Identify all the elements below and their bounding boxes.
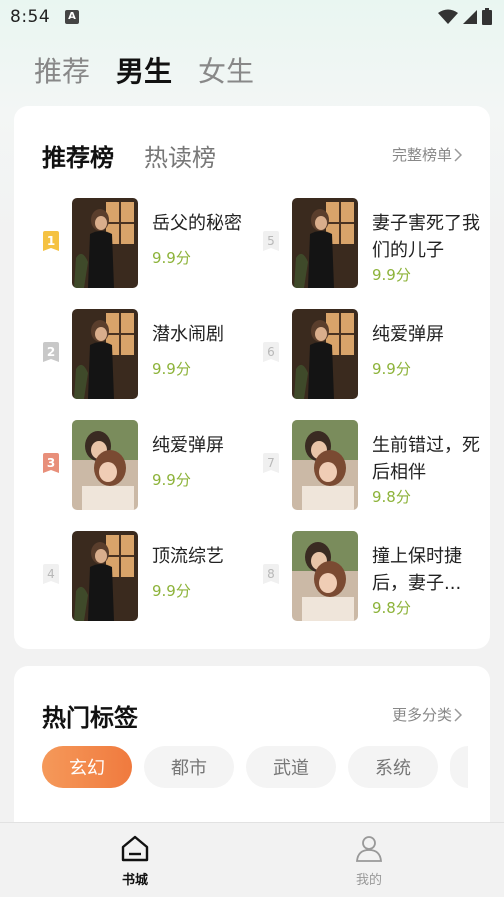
wifi-icon — [438, 9, 458, 24]
book-title: 潜水闹剧 — [152, 324, 224, 345]
rank-number: 8 — [267, 567, 275, 581]
nav-me-label: 我的 — [355, 873, 382, 888]
hot-tags-title: 热门标签 — [42, 704, 138, 732]
rank-list-item[interactable]: 6 纯爱弹屏 9.9分 — [262, 309, 482, 399]
book-score: 9.8分 — [372, 599, 411, 617]
book-cover[interactable] — [72, 531, 138, 621]
rank-list-item[interactable]: 7 生前错过，死后相伴 9.8分 — [262, 420, 482, 510]
rank-list-item[interactable]: 8 撞上保时捷后，妻子... 9.8分 — [262, 531, 482, 621]
more-categories-link[interactable]: 更多分类 — [392, 704, 462, 725]
book-cover[interactable] — [292, 420, 358, 510]
chevron-right-icon — [454, 147, 462, 162]
full-ranking-label: 完整榜单 — [391, 146, 452, 164]
nav-bookstore-label: 书城 — [121, 873, 148, 888]
book-score: 9.9分 — [152, 360, 191, 378]
rank-number: 4 — [47, 567, 55, 581]
book-cover[interactable] — [292, 531, 358, 621]
book-title: 顶流综艺 — [152, 546, 224, 567]
book-cover-image — [292, 531, 358, 621]
tag-pill[interactable]: 玄幻 — [42, 746, 132, 788]
status-bar: 8:54 A — [0, 0, 504, 34]
book-cover[interactable] — [72, 198, 138, 288]
chevron-right-icon — [454, 707, 462, 722]
book-score: 9.9分 — [152, 582, 191, 600]
tag-pill[interactable]: 系统 — [348, 746, 438, 788]
nav-bookstore[interactable]: 书城 — [100, 833, 170, 888]
status-time: 8:54 — [10, 7, 51, 27]
book-cover-image — [292, 198, 358, 288]
signal-icon — [463, 9, 477, 24]
book-title: 纯爱弹屏 — [372, 324, 444, 345]
tab-male[interactable]: 男生 — [116, 50, 172, 90]
more-categories-label: 更多分类 — [391, 706, 452, 724]
tab-recommend[interactable]: 推荐 — [34, 50, 90, 90]
book-score: 9.9分 — [372, 266, 411, 284]
notification-icon: A — [65, 10, 79, 24]
book-title: 生前错过，死后相伴 — [372, 435, 480, 483]
nav-me[interactable]: 我的 — [334, 833, 404, 888]
book-cover-image — [72, 309, 138, 399]
rank-list-item[interactable]: 4 顶流综艺 9.9分 — [42, 531, 262, 621]
rank-number: 6 — [267, 345, 275, 359]
book-cover-image — [292, 420, 358, 510]
tag-list: 玄幻 都市 武道 系统 — [42, 746, 468, 788]
rank-number: 2 — [46, 345, 56, 359]
book-cover[interactable] — [292, 309, 358, 399]
book-title: 妻子害死了我们的儿子 — [372, 213, 480, 261]
book-cover-image — [72, 420, 138, 510]
rank-number: 5 — [267, 234, 275, 248]
tab-hot-read-rank[interactable]: 热读榜 — [144, 138, 216, 173]
rank-number: 7 — [267, 456, 275, 470]
book-cover[interactable] — [292, 198, 358, 288]
rank-list-item[interactable]: 5 妻子害死了我们的儿子 9.9分 — [262, 198, 482, 288]
book-title: 纯爱弹屏 — [152, 435, 224, 456]
bottom-nav: 书城 我的 — [0, 822, 504, 897]
ranking-card: 推荐榜 热读榜 完整榜单 1 岳父的秘密 9.9分 2 潜水闹剧 9.9分 3 纯爱弹屏 9.9… — [14, 106, 490, 649]
tag-pill-partial[interactable] — [450, 746, 468, 788]
rank-list-item[interactable]: 2 潜水闹剧 9.9分 — [42, 309, 262, 399]
book-cover-image — [72, 198, 138, 288]
rank-list-item[interactable]: 1 岳父的秘密 9.9分 — [42, 198, 262, 288]
book-title: 岳父的秘密 — [152, 213, 242, 234]
top-tabs: 推荐 男生 女生 — [34, 50, 254, 90]
book-cover[interactable] — [72, 309, 138, 399]
battery-icon — [482, 8, 492, 25]
rank-number: 3 — [46, 456, 56, 470]
tag-pill[interactable]: 都市 — [144, 746, 234, 788]
book-score: 9.9分 — [152, 249, 191, 267]
rank-number: 1 — [46, 234, 56, 248]
home-icon — [121, 835, 149, 862]
book-cover-image — [292, 309, 358, 399]
book-score: 9.9分 — [372, 360, 411, 378]
book-title: 撞上保时捷后，妻子... — [372, 546, 462, 594]
book-cover[interactable] — [72, 420, 138, 510]
tab-recommend-rank[interactable]: 推荐榜 — [42, 138, 114, 173]
book-score: 9.9分 — [152, 471, 191, 489]
book-score: 9.8分 — [372, 488, 411, 506]
person-icon — [356, 836, 382, 862]
tab-female[interactable]: 女生 — [198, 50, 254, 90]
book-cover-image — [72, 531, 138, 621]
full-ranking-link[interactable]: 完整榜单 — [392, 144, 462, 165]
rank-list-item[interactable]: 3 纯爱弹屏 9.9分 — [42, 420, 262, 510]
tag-pill[interactable]: 武道 — [246, 746, 336, 788]
